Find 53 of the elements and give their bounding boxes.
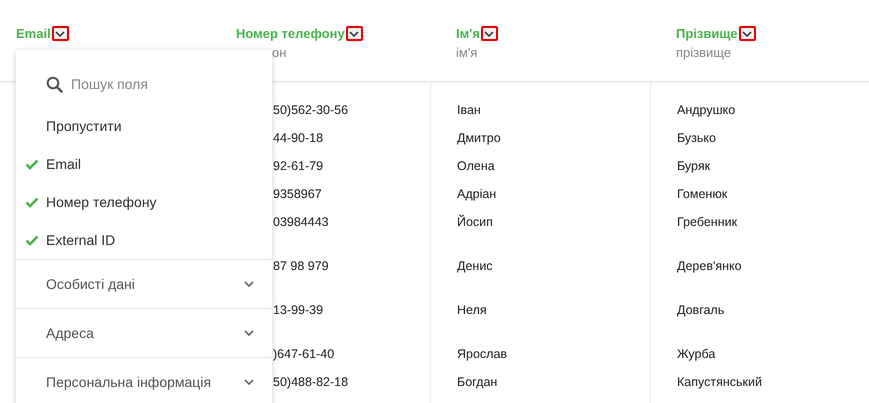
column-menu-button[interactable] (346, 26, 363, 41)
table-cell: Буряк (677, 159, 710, 173)
column-subtitle: ім'я (456, 45, 478, 60)
table-cell: Дерев'янко (677, 259, 742, 273)
table-cell: Гребенник (677, 215, 738, 229)
table-cell: 44-90-18 (273, 131, 324, 145)
table-cell: Богдан (457, 375, 498, 389)
field-group[interactable]: Особисті дані (16, 259, 272, 308)
table-cell: 92-61-79 (273, 159, 324, 173)
search-icon (46, 76, 63, 92)
caret-icon (484, 30, 494, 36)
caret-icon (55, 30, 66, 36)
column-menu-button[interactable] (480, 26, 498, 41)
table-cell: Іван (457, 103, 481, 117)
table-cell: 9358967 (273, 187, 322, 201)
column-subtitle: он (272, 45, 286, 60)
column-subtitle: прізвище (676, 45, 732, 60)
table-cell: Капустянський (677, 375, 762, 389)
table-cell: 03984443 (273, 215, 329, 229)
table-cell: Бузько (677, 131, 716, 145)
table-cell: Олена (457, 159, 495, 173)
table-cell: Андрушко (677, 103, 736, 117)
table-cell: 13-99-39 (273, 303, 324, 317)
table-cell: Гоменюк (677, 187, 728, 201)
column-title: Email (16, 26, 51, 41)
table-cell: 87 98 979 (273, 259, 329, 273)
table-cell: 50)488-82-18 (273, 375, 348, 389)
table-cell: )647-61-40 (273, 347, 334, 361)
table-cell: Денис (457, 259, 493, 273)
chevron-icon (244, 281, 254, 287)
table-cell: Ярослав (457, 347, 508, 361)
table-cell: 50)562-30-56 (273, 103, 348, 117)
table-cell: Йосип (457, 215, 493, 229)
table-cell: Дмитро (457, 131, 501, 145)
field-option[interactable]: External ID (16, 221, 272, 259)
field-group[interactable]: Персональна інформація (16, 357, 272, 403)
table-cell: Адріан (457, 187, 496, 201)
table-cell: Неля (457, 303, 487, 317)
column-title: Номер телефону (236, 26, 345, 41)
field-option[interactable]: Email (16, 145, 272, 183)
caret-icon (349, 30, 360, 36)
column-title: Прізвище (676, 26, 738, 41)
chevron-icon (244, 379, 254, 385)
table-cell: Довгаль (677, 303, 724, 317)
chevron-icon (244, 330, 254, 336)
field-option[interactable]: Номер телефону (16, 183, 272, 221)
column-menu-button[interactable] (52, 26, 69, 41)
field-option[interactable]: Пропустити (16, 107, 272, 145)
table-cell: Журба (677, 347, 716, 361)
caret-icon (742, 30, 752, 36)
column-title: Ім'я (456, 26, 480, 41)
column-menu-button[interactable] (738, 26, 756, 41)
field-group[interactable]: Адреса (16, 308, 272, 357)
